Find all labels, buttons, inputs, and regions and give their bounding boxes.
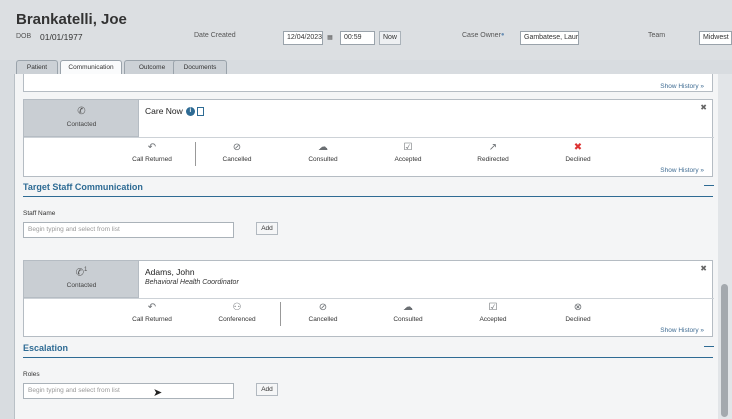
staff-name: Adams, John [145,267,195,277]
tab-communication[interactable]: Communication [60,60,122,75]
previous-communication-card: Show History » [23,74,713,92]
card-divider [24,298,714,299]
add-role-button[interactable]: Add [256,383,278,396]
accepted-icon: ☑ [488,302,498,313]
section-divider [23,357,713,358]
mouse-cursor-icon: ➤ [153,387,163,399]
accepted-button[interactable]: ☑ Accepted [458,302,528,323]
call-returned-button[interactable]: ↶ Call Returned [117,142,187,163]
card-status-panel: ✆1 Contacted [24,261,139,298]
cancelled-icon: ⊘ [232,142,242,153]
roles-input[interactable]: Begin typing and select from list [23,383,234,399]
declined-icon: ✖ [573,142,583,153]
date-created-label: Date Created [194,32,236,39]
cancelled-icon: ⊘ [318,302,328,313]
staff-name-label: Staff Name [23,210,56,217]
staff-name-input[interactable]: Begin typing and select from list [23,222,234,238]
team-label: Team [648,32,666,39]
call-returned-button[interactable]: ↶ Call Returned [117,302,187,323]
redirected-button[interactable]: ↗ Redirected [458,142,528,163]
collapse-icon[interactable]: — [704,180,714,191]
card-status: Contacted [66,121,97,128]
card-status-panel: ✆ Contacted [24,100,139,137]
tab-outcome[interactable]: Outcome [124,60,180,74]
date-created-field[interactable]: 12/04/2023 [283,31,323,45]
consulted-button[interactable]: ☁ Consulted [373,302,443,323]
patient-name: Brankatelli, Joe [16,11,127,28]
document-icon[interactable] [196,107,204,117]
case-owner-field[interactable]: Gambatese, Lauren [520,31,579,45]
phone-icon: ✆1 [75,267,88,279]
call-returned-icon: ↶ [147,142,157,153]
case-owner-label: Case Owner● [462,32,505,39]
declined-button[interactable]: ⊗ Declined [543,302,613,323]
conferenced-icon: ⚇ [232,302,242,313]
card-title: Care Now i [145,106,204,117]
dob-label: DOB [16,33,32,40]
calendar-icon[interactable]: ▦ [324,31,336,45]
escalation-title: Escalation [23,343,69,353]
scrollbar-thumb[interactable] [721,284,728,417]
accepted-icon: ☑ [403,142,413,153]
staff-communication-card: ✆1 Contacted Adams, John Behavioral Heal… [23,260,714,337]
communication-panel: Show History » ✆ Contacted Care Now i ✖ ↶… [14,74,718,419]
collapse-icon[interactable]: — [704,341,714,352]
divider [195,142,196,166]
dob-value: 01/01/1977 [40,32,83,42]
target-staff-title: Target Staff Communication [23,182,143,192]
show-history-link[interactable]: Show History » [660,327,704,334]
close-icon[interactable]: ✖ [700,264,707,273]
now-button[interactable]: Now [379,31,401,45]
time-field[interactable]: 00:59 [340,31,375,45]
consulted-button[interactable]: ☁ Consulted [288,142,358,163]
consulted-icon: ☁ [403,302,413,313]
team-field[interactable]: Midwest R [699,31,732,45]
staff-role: Behavioral Health Coordinator [145,279,239,286]
call-count: 1 [84,267,88,273]
accepted-button[interactable]: ☑ Accepted [373,142,443,163]
cancelled-button[interactable]: ⊘ Cancelled [288,302,358,323]
card-divider [24,137,714,138]
show-history-link[interactable]: Show History » [660,167,704,174]
cancelled-button[interactable]: ⊘ Cancelled [202,142,272,163]
tab-patient[interactable]: Patient [16,60,58,74]
conferenced-button[interactable]: ⚇ Conferenced [202,302,272,323]
consulted-icon: ☁ [318,142,328,153]
divider [280,302,281,326]
call-returned-icon: ↶ [147,302,157,313]
roles-label: Roles [23,371,40,378]
redirected-icon: ↗ [488,142,498,153]
tab-documents[interactable]: Documents [173,60,227,74]
declined-icon: ⊗ [573,302,583,313]
add-staff-button[interactable]: Add [256,222,278,235]
phone-icon: ✆ [77,106,86,117]
declined-button[interactable]: ✖ Declined [543,142,613,163]
care-now-card: ✆ Contacted Care Now i ✖ ↶ Call Returned ⊘… [23,99,714,177]
info-icon[interactable]: i [185,107,195,117]
patient-header: Brankatelli, Joe DOB 01/01/1977 Date Cre… [0,0,732,60]
card-status: Contacted [66,282,97,289]
vertical-scrollbar[interactable] [718,74,732,419]
close-icon[interactable]: ✖ [700,103,707,112]
show-history-link[interactable]: Show History » [660,83,704,90]
section-divider [23,196,713,197]
